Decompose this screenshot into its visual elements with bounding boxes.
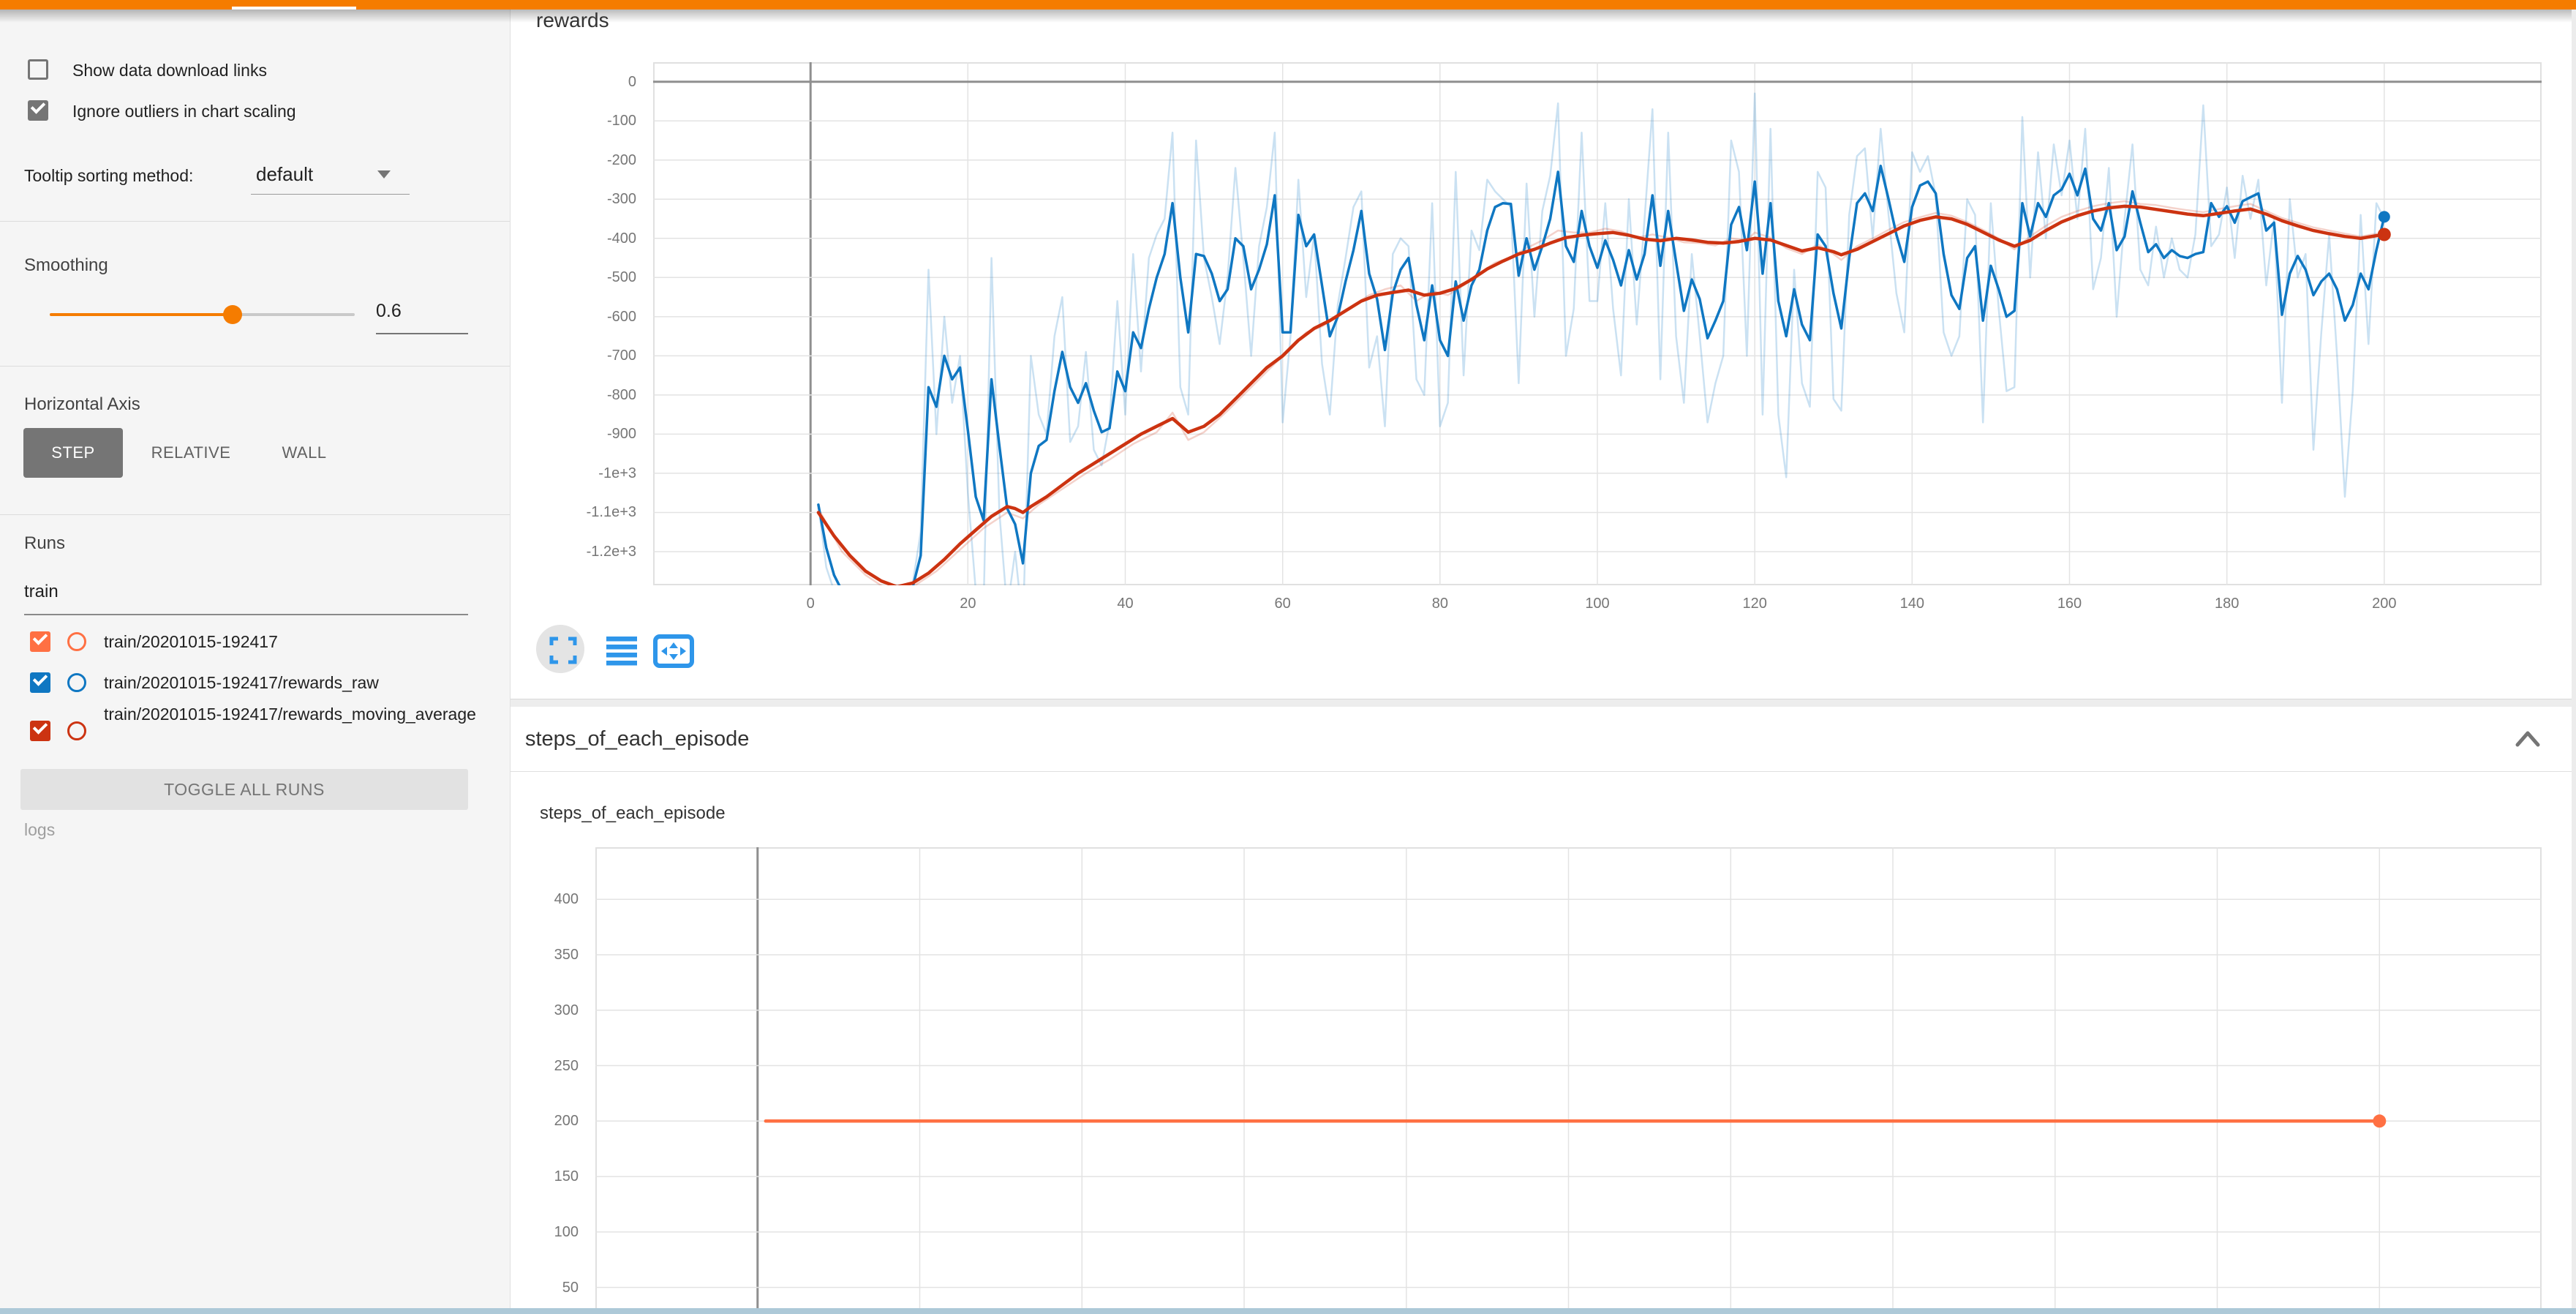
smoothing-slider-handle[interactable]	[223, 305, 242, 324]
check-icon	[33, 719, 48, 735]
y-tick-label: -800	[527, 386, 636, 404]
runs-label: Runs	[24, 533, 65, 554]
bottom-edge	[0, 1308, 2576, 1314]
run-3-label: train/20201015-192417/rewards_moving_ave…	[104, 703, 492, 726]
run-filter-input[interactable]: train	[24, 582, 59, 602]
x-tick-label: 180	[2183, 595, 2271, 612]
smoothing-slider[interactable]	[50, 313, 355, 316]
y-tick-label: -300	[527, 190, 636, 208]
axis-step-button[interactable]: STEP	[23, 428, 123, 478]
run-1-checkbox[interactable]	[30, 631, 50, 652]
x-tick-label: 160	[2026, 595, 2114, 612]
fit-domain-icon[interactable]	[655, 637, 692, 666]
run-3-radio[interactable]	[67, 721, 86, 740]
horizontal-axis-label: Horizontal Axis	[24, 394, 140, 415]
smoothing-value-input[interactable]: 0.6	[376, 301, 468, 322]
x-tick-label: 0	[767, 595, 854, 612]
rewards-card-toolbar	[536, 625, 697, 676]
y-tick-label: -900	[527, 425, 636, 443]
rewards-card-title: rewards	[536, 9, 609, 32]
scrollbar[interactable]	[2572, 10, 2576, 1314]
y-tick-label: -1.2e+3	[527, 543, 636, 560]
smoothing-slider-fill	[50, 313, 233, 316]
x-tick-label: 100	[1553, 595, 1641, 612]
tensorboard-app: Show data download links Ignore outliers…	[0, 0, 2576, 1314]
data-table-icon[interactable]	[606, 637, 637, 666]
ignore-outliers-checkbox[interactable]	[28, 100, 48, 121]
divider	[0, 221, 510, 222]
check-icon	[33, 630, 48, 645]
app-header-bar	[0, 0, 2576, 10]
axis-relative-button[interactable]: RELATIVE	[136, 428, 246, 478]
toggle-all-runs-button[interactable]: TOGGLE ALL RUNS	[20, 769, 468, 810]
divider	[0, 366, 510, 367]
steps-chart-canvas[interactable]	[595, 847, 2542, 1314]
x-tick-label: 140	[1868, 595, 1956, 612]
show-data-download-links-label: Show data download links	[72, 61, 267, 80]
tooltip-sorting-label: Tooltip sorting method:	[24, 166, 193, 186]
ignore-outliers-label: Ignore outliers in chart scaling	[72, 102, 296, 121]
y-tick-label: -200	[527, 151, 636, 169]
y-tick-label: -500	[527, 269, 636, 286]
divider	[0, 514, 510, 515]
x-tick-label: 120	[1711, 595, 1799, 612]
y-tick-label: 0	[527, 73, 636, 91]
run-1-radio[interactable]	[67, 632, 86, 651]
smoothing-label: Smoothing	[24, 255, 108, 276]
x-tick-label: 200	[2340, 595, 2428, 612]
steps-section-header[interactable]: steps_of_each_episode	[511, 707, 2572, 772]
fullscreen-icon[interactable]	[551, 639, 575, 662]
x-tick-label: 40	[1082, 595, 1170, 612]
show-data-download-links-checkbox[interactable]	[28, 59, 48, 80]
steps-card-title: steps_of_each_episode	[540, 803, 726, 824]
toolbar-icons	[536, 625, 697, 676]
x-tick-label: 80	[1396, 595, 1484, 612]
y-tick-label: -1e+3	[527, 465, 636, 482]
y-tick-label: -700	[527, 347, 636, 364]
check-icon	[31, 99, 46, 114]
x-tick-label: 60	[1239, 595, 1327, 612]
run-1-label: train/20201015-192417	[104, 631, 499, 653]
steps-section-title: steps_of_each_episode	[525, 727, 749, 751]
dropdown-arrow-icon[interactable]	[377, 170, 391, 179]
smoothing-value-underline	[376, 333, 468, 334]
run-filter-underline	[24, 614, 468, 615]
tooltip-sorting-dropdown[interactable]: default	[256, 163, 313, 186]
x-tick-label: 20	[924, 595, 1012, 612]
y-tick-label: -600	[527, 308, 636, 326]
settings-sidebar: Show data download links Ignore outliers…	[0, 10, 511, 1314]
run-2-radio[interactable]	[67, 673, 86, 692]
active-tab-underline	[232, 7, 356, 10]
axis-wall-button[interactable]: WALL	[260, 428, 348, 478]
rewards-chart-canvas[interactable]	[653, 62, 2542, 585]
y-tick-label: -100	[527, 112, 636, 129]
run-2-checkbox[interactable]	[30, 672, 50, 693]
dropdown-underline	[251, 194, 410, 195]
logs-label: logs	[24, 820, 55, 840]
run-2-label: train/20201015-192417/rewards_raw	[104, 672, 499, 694]
check-icon	[33, 671, 48, 686]
y-tick-label: -1.1e+3	[527, 503, 636, 521]
collapse-section-icon[interactable]	[2512, 727, 2544, 751]
y-tick-label: -400	[527, 230, 636, 247]
run-3-checkbox[interactable]	[30, 721, 50, 741]
